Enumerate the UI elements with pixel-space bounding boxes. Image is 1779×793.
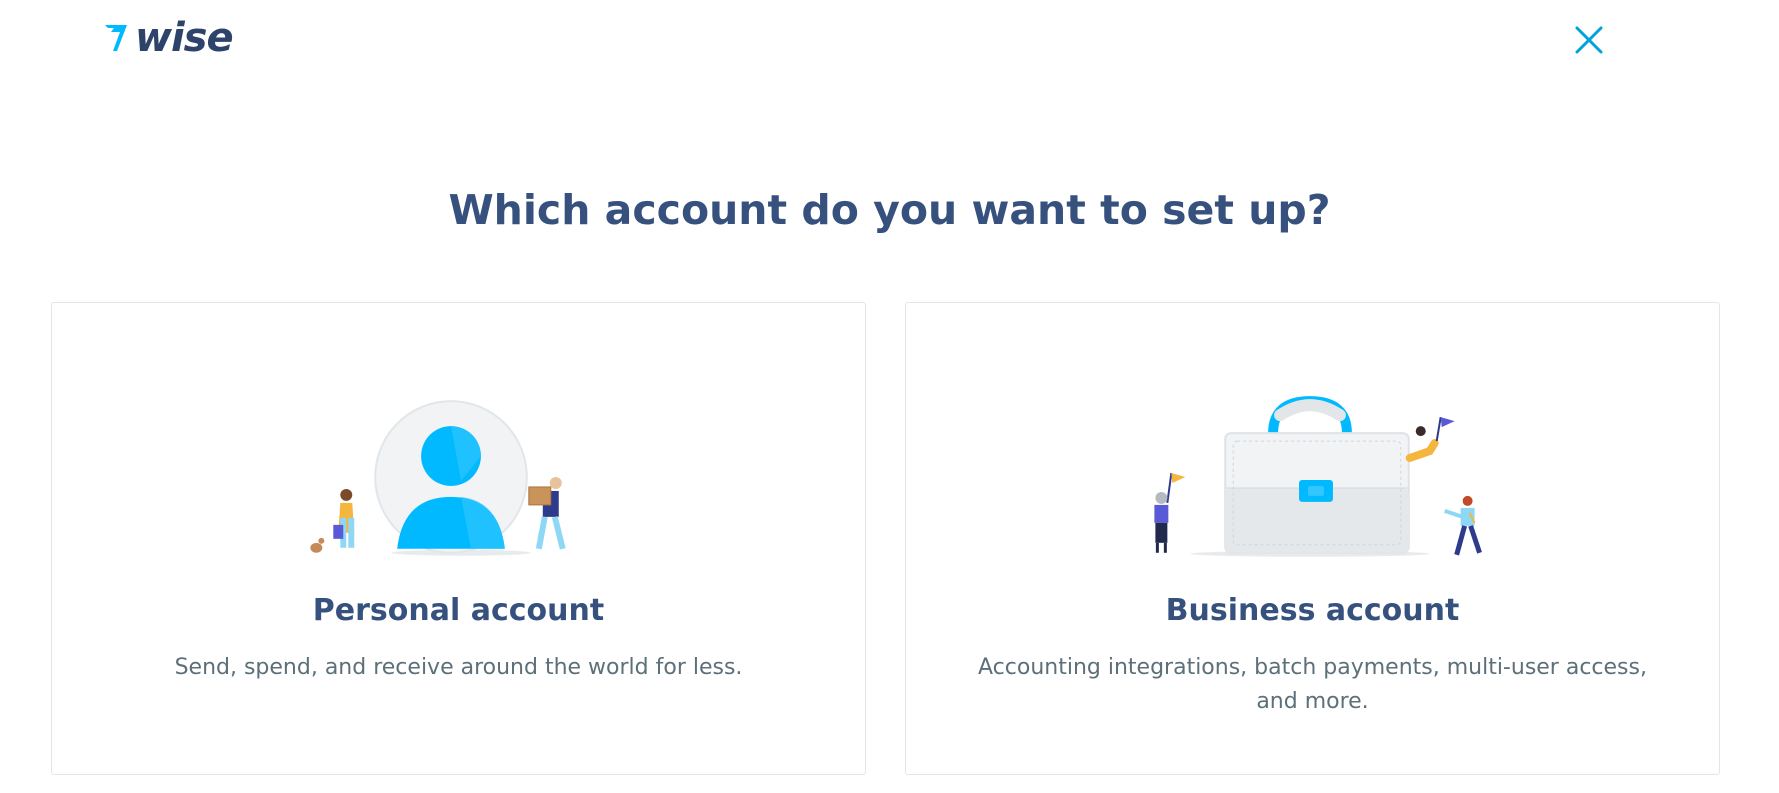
briefcase-illustration (1154, 396, 1482, 557)
woman-with-flag-figure (1154, 472, 1186, 553)
card-title: Personal account (312, 593, 605, 628)
walking-man-figure (1444, 495, 1482, 556)
person-avatar-illustration (310, 400, 566, 556)
person-with-bag-figure (310, 488, 355, 553)
account-type-page: wise Which account do you want to set up… (0, 0, 1779, 793)
person-with-flag-figure (1405, 416, 1455, 463)
logo-text: wise (135, 15, 234, 61)
close-icon[interactable] (1571, 22, 1607, 58)
card-description: Accounting integrations, batch payments,… (978, 655, 1647, 714)
personal-account-card[interactable]: Personal account Send, spend, and receiv… (51, 302, 866, 775)
page-title: Which account do you want to set up? (448, 186, 1331, 234)
business-account-card[interactable]: Business account Accounting integrations… (905, 302, 1720, 775)
wise-flag-icon (105, 25, 127, 51)
person-carrying-box-figure (528, 476, 566, 550)
card-title: Business account (1165, 593, 1460, 628)
wise-logo[interactable]: wise (103, 15, 234, 61)
card-description: Send, spend, and receive around the worl… (174, 655, 743, 680)
